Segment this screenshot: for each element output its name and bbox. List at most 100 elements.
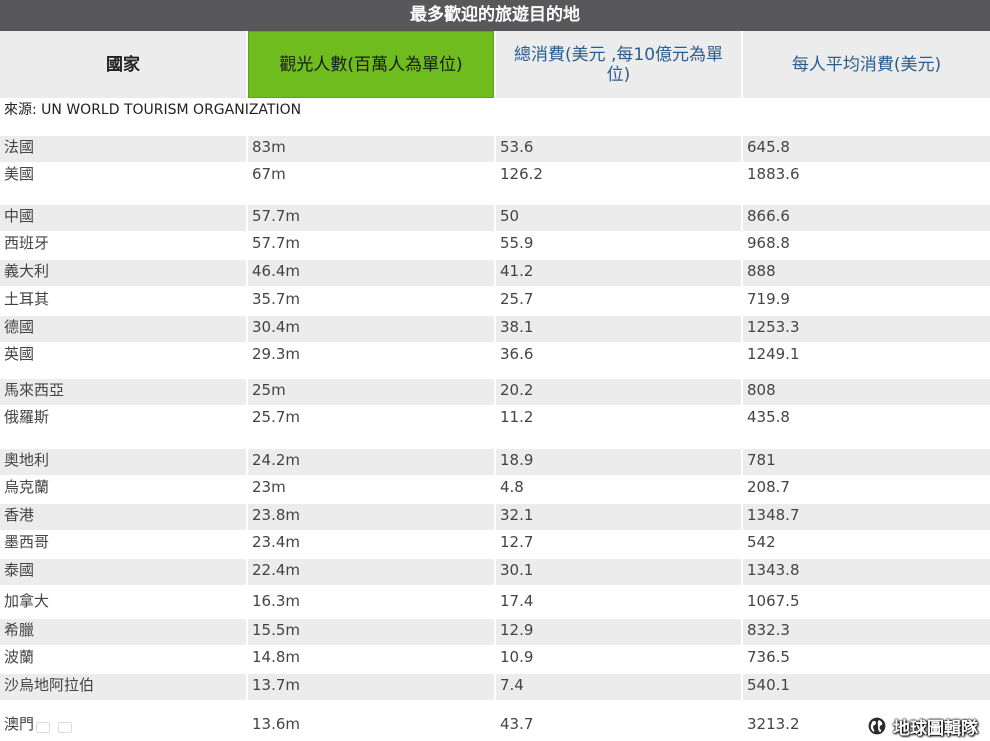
table-row: 德國 30.4m 38.1 1253.3 (0, 316, 990, 342)
cell-spending: 30.1 (496, 559, 741, 585)
table-row: 美國 67m 126.2 1883.6 (0, 163, 990, 189)
cell-per-capita: 866.6 (743, 205, 990, 231)
table-row: 西班牙 57.7m 55.9 968.8 (0, 232, 990, 258)
cell-per-capita: 968.8 (747, 234, 790, 252)
table-row: 馬來西亞 25m 20.2 808 (0, 379, 990, 405)
cell-country: 土耳其 (4, 290, 50, 308)
cell-spending: 32.1 (496, 504, 741, 530)
cell-spending: 12.7 (500, 533, 534, 551)
cell-spending: 18.9 (496, 449, 741, 475)
table-row: 加拿大 16.3m 17.4 1067.5 (0, 590, 990, 616)
cell-arrivals: 83m (248, 136, 494, 162)
cell-spending: 50 (496, 205, 741, 231)
cell-country: 希臘 (0, 619, 246, 645)
cell-country: 加拿大 (4, 592, 50, 610)
cell-arrivals: 16.3m (252, 592, 301, 610)
cell-arrivals: 13.6m (252, 715, 301, 733)
header-arrivals: 觀光人數(百萬人為單位) (248, 31, 494, 98)
table-row: 泰國 22.4m 30.1 1343.8 (0, 559, 990, 585)
table-row: 奧地利 24.2m 18.9 781 (0, 449, 990, 475)
cell-per-capita: 719.9 (747, 290, 790, 308)
source-note: 來源: UN WORLD TOURISM ORGANIZATION (4, 102, 302, 118)
cell-country: 義大利 (0, 260, 246, 286)
cell-spending: 17.4 (500, 592, 534, 610)
table-row: 義大利 46.4m 41.2 888 (0, 260, 990, 286)
cell-per-capita: 542 (747, 533, 776, 551)
cell-country: 烏克蘭 (4, 478, 50, 496)
cell-country: 西班牙 (4, 234, 50, 252)
cell-arrivals: 15.5m (248, 619, 494, 645)
cell-spending: 25.7 (500, 290, 534, 308)
cell-arrivals: 13.7m (248, 674, 494, 700)
cell-country: 奧地利 (0, 449, 246, 475)
table-title: 最多歡迎的旅遊目的地 (0, 0, 990, 31)
cell-per-capita: 736.5 (747, 648, 790, 666)
cell-country: 沙烏地阿拉伯 (0, 674, 246, 700)
cell-spending: 7.4 (496, 674, 741, 700)
table-row: 墨西哥 23.4m 12.7 542 (0, 531, 990, 557)
faint-icon (36, 722, 50, 733)
cell-country: 中國 (0, 205, 246, 231)
cell-arrivals: 30.4m (248, 316, 494, 342)
cell-per-capita: 1348.7 (743, 504, 990, 530)
cell-per-capita: 1249.1 (747, 345, 800, 363)
cell-arrivals: 23.8m (248, 504, 494, 530)
table-row: 英國 29.3m 36.6 1249.1 (0, 343, 990, 369)
faint-icon (58, 722, 72, 733)
cell-spending: 11.2 (500, 408, 534, 426)
cell-arrivals: 29.3m (252, 345, 301, 363)
cell-per-capita: 888 (743, 260, 990, 286)
cell-country: 法國 (0, 136, 246, 162)
cell-arrivals: 25m (248, 379, 494, 405)
cell-spending: 4.8 (500, 478, 524, 496)
faint-toolbar (36, 722, 72, 733)
cell-per-capita: 208.7 (747, 478, 790, 496)
table-row: 俄羅斯 25.7m 11.2 435.8 (0, 406, 990, 432)
cell-spending: 43.7 (500, 715, 534, 733)
table-row: 香港 23.8m 32.1 1348.7 (0, 504, 990, 530)
table-row: 波蘭 14.8m 10.9 736.5 (0, 646, 990, 672)
cell-per-capita: 1883.6 (747, 165, 800, 183)
cell-spending: 10.9 (500, 648, 534, 666)
table-row: 沙烏地阿拉伯 13.7m 7.4 540.1 (0, 674, 990, 700)
cell-spending: 55.9 (500, 234, 534, 252)
cell-spending: 12.9 (496, 619, 741, 645)
cell-country: 德國 (0, 316, 246, 342)
cell-spending: 126.2 (500, 165, 543, 183)
header-country: 國家 (0, 31, 246, 98)
cell-country: 英國 (4, 345, 35, 363)
cell-spending: 20.2 (496, 379, 741, 405)
cell-arrivals: 46.4m (248, 260, 494, 286)
cell-country: 美國 (4, 165, 35, 183)
table-row: 土耳其 35.7m 25.7 719.9 (0, 288, 990, 314)
cell-country: 俄羅斯 (4, 408, 50, 426)
cell-arrivals: 57.7m (252, 234, 301, 252)
cell-per-capita: 645.8 (743, 136, 990, 162)
cell-country: 波蘭 (4, 648, 35, 666)
cell-country: 香港 (0, 504, 246, 530)
cell-per-capita: 781 (743, 449, 990, 475)
cell-arrivals: 23.4m (252, 533, 301, 551)
cell-arrivals: 22.4m (248, 559, 494, 585)
watermark: 地球圖輯隊 (867, 714, 978, 739)
cell-spending: 41.2 (496, 260, 741, 286)
cell-country: 馬來西亞 (0, 379, 246, 405)
cell-per-capita: 808 (743, 379, 990, 405)
watermark-text: 地球圖輯隊 (893, 718, 978, 739)
cell-arrivals: 14.8m (252, 648, 301, 666)
header-per-capita: 每人平均消費(美元) (743, 31, 990, 98)
table-row: 烏克蘭 23m 4.8 208.7 (0, 476, 990, 502)
globe-icon (867, 716, 887, 736)
header-spending: 總消費(美元 ,每10億元為單位) (496, 31, 741, 98)
cell-spending: 38.1 (496, 316, 741, 342)
cell-country: 墨西哥 (4, 533, 50, 551)
table-row: 澳門 13.6m 43.7 3213.2 (0, 713, 990, 739)
cell-arrivals: 23m (252, 478, 286, 496)
cell-arrivals: 57.7m (248, 205, 494, 231)
cell-spending: 53.6 (496, 136, 741, 162)
cell-country: 泰國 (0, 559, 246, 585)
table-row: 希臘 15.5m 12.9 832.3 (0, 619, 990, 645)
cell-arrivals: 24.2m (248, 449, 494, 475)
cell-arrivals: 35.7m (252, 290, 301, 308)
cell-per-capita: 435.8 (747, 408, 790, 426)
